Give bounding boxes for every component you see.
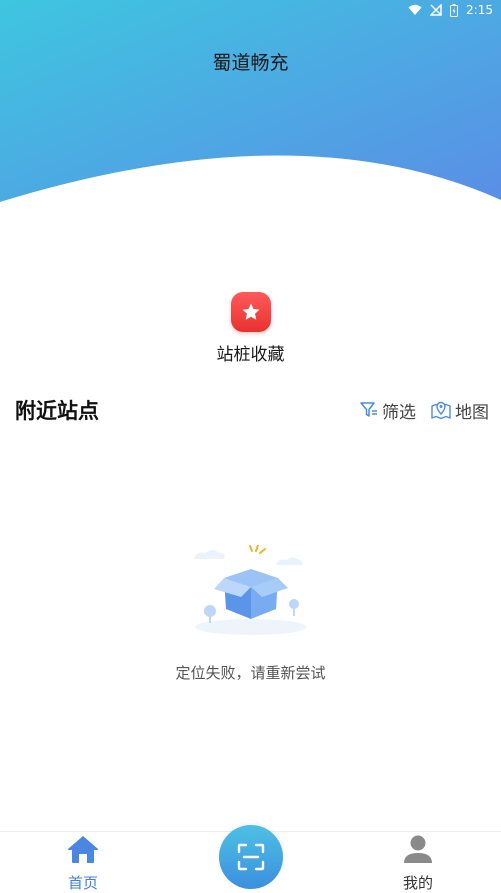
status-bar: 2:15 (408, 0, 493, 20)
nearby-stations-header: 附近站点 筛选 地图 (15, 394, 489, 426)
empty-state-message: 定位失败，请重新尝试 (175, 664, 326, 682)
map-pin-icon (431, 401, 451, 420)
nearby-actions: 筛选 地图 (359, 398, 489, 423)
filter-button[interactable]: 筛选 (359, 398, 416, 423)
favorites-button[interactable]: 站桩收藏 (0, 292, 501, 365)
filter-label: 筛选 (382, 402, 416, 423)
nav-mine-label: 我的 (402, 874, 433, 892)
user-icon (404, 835, 432, 863)
nav-home-label: 首页 (67, 874, 98, 892)
nav-home[interactable]: 首页 (33, 832, 133, 892)
no-signal-icon (430, 4, 442, 16)
nearby-stations-title: 附近站点 (15, 399, 99, 423)
map-button[interactable]: 地图 (430, 398, 489, 423)
favorites-label: 站桩收藏 (216, 345, 285, 365)
battery-icon (450, 3, 459, 17)
star-icon (230, 292, 271, 332)
home-icon (67, 836, 99, 863)
empty-box-illustration (193, 545, 307, 635)
map-label: 地图 (455, 402, 489, 423)
app-title: 蜀道畅充 (212, 52, 289, 74)
scan-button[interactable] (219, 825, 283, 889)
wifi-icon (408, 4, 422, 15)
filter-icon (360, 402, 377, 417)
status-time: 2:15 (466, 3, 493, 17)
nav-mine[interactable]: 我的 (368, 832, 468, 892)
header-background (0, 0, 501, 202)
scan-icon (237, 843, 265, 871)
empty-state: 定位失败，请重新尝试 (0, 545, 501, 683)
